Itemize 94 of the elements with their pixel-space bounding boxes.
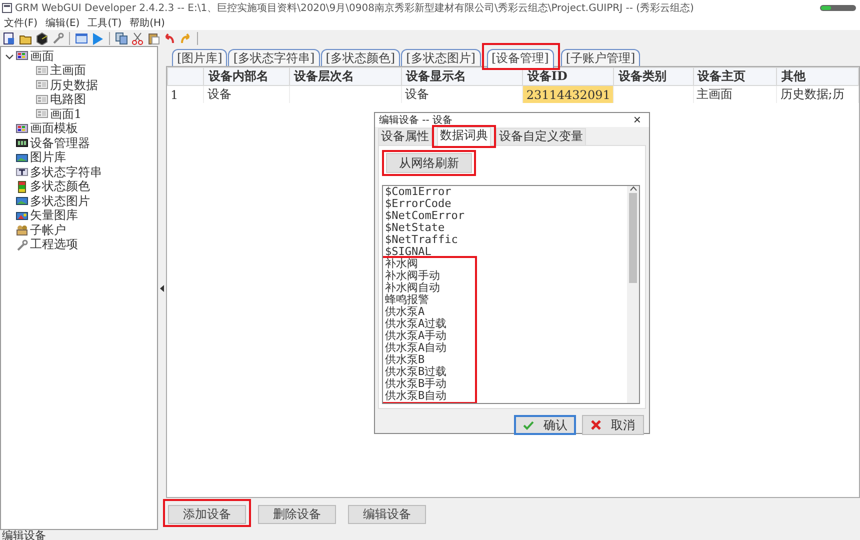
table-cell: 历史数据;历: [776, 86, 858, 103]
list-item[interactable]: 补水阀自动: [385, 282, 475, 294]
menu-item[interactable]: 帮助(H): [130, 16, 165, 30]
tree-item[interactable]: 多状态字符串: [30, 164, 102, 181]
tree-item[interactable]: 多状态图片: [30, 192, 90, 210]
window-title: GRM WebGUI Developer 2.4.2.3 -- E:\1、巨控实施项目资料\2020\9月\0908南京秀彩新型建材有限公司\秀彩云组态\Project.GUIPRJ -- (秀彩云组态): [15, 2, 694, 15]
list-item[interactable]: 补水阀手动: [385, 270, 475, 282]
tab[interactable]: [子账户管理]: [560, 49, 640, 66]
refresh-button[interactable]: 从网络刷新: [386, 153, 472, 173]
landscape-icon: [16, 152, 28, 164]
dialog-title: 编辑设备 -- 设备: [379, 114, 453, 127]
new-page-icon[interactable]: [3, 32, 16, 44]
tree-item[interactable]: 多状态颜色: [30, 178, 90, 196]
color-bars-icon: [16, 180, 28, 193]
column-header[interactable]: 设备内部名: [204, 68, 290, 86]
cancel-button[interactable]: 取消: [582, 415, 644, 435]
tree-item[interactable]: 历史数据: [50, 76, 98, 94]
tree-item[interactable]: 设备管理器: [30, 134, 90, 152]
screen-icon: [36, 108, 48, 120]
landscape-icon: [16, 195, 28, 208]
list-item[interactable]: 补水阀: [385, 258, 475, 270]
list-item[interactable]: $SIGNAL: [385, 246, 627, 258]
column-header[interactable]: 设备类别: [614, 68, 694, 86]
screen-folder-icon: [16, 50, 28, 62]
expander-icon[interactable]: [5, 52, 14, 61]
tab[interactable]: [多状态图片]: [401, 49, 480, 66]
tab[interactable]: [设备管理]: [486, 49, 554, 68]
close-button[interactable]: ×: [629, 113, 645, 127]
close-icon: [591, 420, 601, 430]
cube-icon[interactable]: [35, 32, 48, 44]
landscape-icon: [16, 210, 28, 222]
column-header[interactable]: 设备ID: [522, 68, 614, 86]
menu-item[interactable]: 文件(F): [4, 16, 38, 30]
users-icon: [16, 224, 28, 236]
tab[interactable]: [多状态字符串]: [228, 49, 320, 66]
list-item[interactable]: $NetTraffic: [385, 234, 627, 246]
column-header[interactable]: 其他: [776, 68, 858, 86]
table-cell: 设备: [204, 86, 290, 103]
table-cell: 23114432091: [522, 86, 614, 103]
button[interactable]: 删除设备: [258, 504, 336, 524]
scissors-icon[interactable]: [131, 32, 144, 44]
scroll-up-icon: [630, 186, 636, 191]
list-item[interactable]: 供水泵A: [385, 306, 475, 318]
tree-item[interactable]: 主画面: [50, 62, 86, 80]
table-cell: 主画面: [693, 86, 777, 103]
undo-icon[interactable]: [163, 32, 176, 44]
collapse-arrow-icon[interactable]: [160, 284, 164, 292]
list-item[interactable]: $NetState: [385, 222, 627, 234]
tab[interactable]: [图片库]: [172, 49, 228, 66]
list-item[interactable]: $ErrorCode: [385, 198, 627, 210]
list-item[interactable]: $Com1Error: [385, 186, 627, 198]
list-item[interactable]: 蜂鸣报警: [385, 294, 475, 306]
button[interactable]: 编辑设备: [348, 504, 426, 524]
tab[interactable]: 数据词典: [437, 127, 491, 146]
device-icon: [16, 137, 28, 150]
list-item[interactable]: 供水泵B: [385, 354, 475, 366]
row-number: 1: [168, 86, 204, 103]
wrench-icon: [16, 238, 28, 251]
list-item[interactable]: 供水泵A过载: [385, 318, 475, 330]
tree-item[interactable]: 画面: [30, 48, 54, 65]
menu-item[interactable]: 工具(T): [88, 16, 122, 30]
clipboard-icon[interactable]: [147, 32, 160, 44]
button[interactable]: 添加设备: [168, 505, 246, 524]
tree-item[interactable]: 画面模板: [30, 120, 78, 138]
list-item[interactable]: 供水泵A自动: [385, 342, 475, 354]
list-item[interactable]: 供水泵B自动: [385, 390, 475, 402]
tree-item[interactable]: 电路图: [50, 91, 86, 108]
tab[interactable]: 设备属性: [378, 128, 432, 145]
column-header[interactable]: 设备层次名: [290, 68, 402, 86]
tree-item[interactable]: 工程选项: [30, 236, 78, 254]
tab[interactable]: 设备自定义变量: [496, 128, 586, 145]
column-header[interactable]: 设备主页: [693, 68, 777, 86]
tree-item[interactable]: 画面1: [50, 106, 82, 123]
list-item[interactable]: $NetComError: [385, 210, 627, 222]
tree-item[interactable]: 子帐户: [30, 222, 66, 239]
menu-item[interactable]: 编辑(E): [46, 16, 80, 30]
screen-folder-icon: [16, 122, 28, 135]
screen-icon: [36, 79, 48, 92]
screen-icon: [36, 94, 48, 106]
list-item[interactable]: 供水泵B过载: [385, 366, 475, 378]
tree-item[interactable]: 图片库: [30, 149, 66, 166]
column-header[interactable]: 设备显示名: [401, 68, 523, 86]
tab[interactable]: [多状态颜色]: [320, 49, 400, 66]
ok-button[interactable]: 确认: [514, 415, 576, 435]
scrollbar[interactable]: [627, 186, 639, 403]
list-item[interactable]: 供水泵A手动: [385, 330, 475, 342]
tree-item[interactable]: 矢量图库: [30, 207, 78, 224]
copy-icon[interactable]: [115, 32, 128, 44]
screen-icon: [36, 64, 48, 77]
status-indicator-icon: [820, 5, 856, 11]
text-icon: [16, 166, 28, 178]
list-item[interactable]: 供水泵B手动: [385, 378, 475, 390]
check-icon: [522, 420, 534, 430]
window-icon[interactable]: [75, 32, 88, 44]
